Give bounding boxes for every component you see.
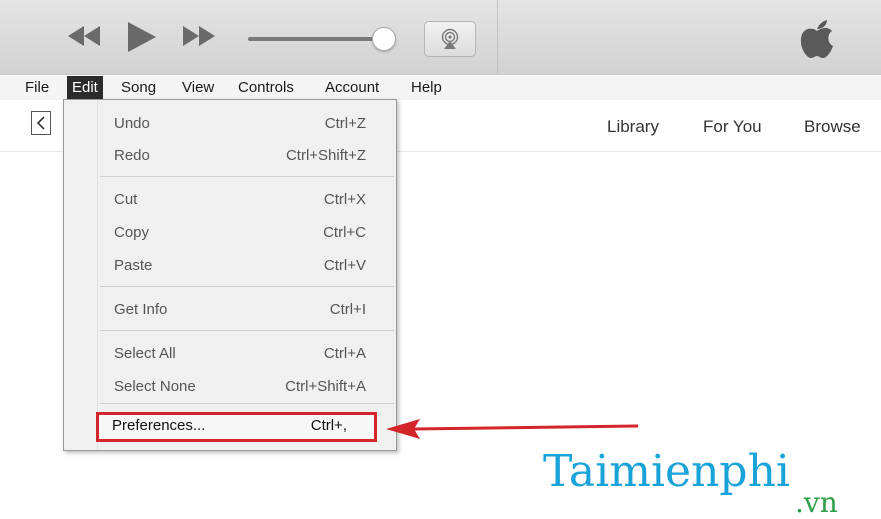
menu-item-paste[interactable]: Paste Ctrl+V [98,252,396,278]
volume-slider-track[interactable] [248,37,380,41]
apple-logo-icon [800,20,833,58]
menu-item-shortcut: Ctrl+V [323,257,366,274]
menu-edit[interactable]: Edit [67,76,103,100]
menu-separator [100,403,394,404]
edit-menu-dropdown: Undo Ctrl+Z Redo Ctrl+Shift+Z Cut Ctrl+X… [63,99,397,451]
menu-item-label: Select None [114,378,196,395]
airplay-button[interactable] [424,21,476,57]
menu-item-shortcut: Ctrl+, [310,417,347,434]
menu-item-shortcut: Ctrl+Z [324,115,366,132]
nav-for-you[interactable]: For You [703,117,762,137]
menu-account[interactable]: Account [320,76,384,100]
menu-item-label: Undo [114,115,150,132]
taimienphi-watermark-logo: Taimienphi .vn [543,446,838,516]
menu-item-label: Get Info [114,301,168,318]
menu-item-get-info[interactable]: Get Info Ctrl+I [98,296,396,322]
menu-item-label: Cut [114,191,138,208]
menu-item-cut[interactable]: Cut Ctrl+X [98,186,396,212]
menu-item-copy[interactable]: Copy Ctrl+C [98,219,396,245]
menu-separator [100,286,394,287]
back-chevron-icon [36,116,45,130]
rewind-icon[interactable] [66,24,102,48]
menu-item-label: Select All [114,345,176,362]
menu-item-label: Paste [114,257,153,274]
menu-help[interactable]: Help [406,76,447,100]
menu-item-preferences[interactable]: Preferences... Ctrl+, [96,412,377,442]
menu-item-label: Copy [114,224,150,241]
menu-item-label: Preferences... [112,417,206,434]
menu-item-select-none[interactable]: Select None Ctrl+Shift+A [98,373,396,399]
player-bar [0,0,881,75]
menu-file[interactable]: File [20,76,54,100]
menu-item-shortcut: Ctrl+Shift+A [285,378,366,395]
back-button[interactable] [31,111,51,135]
nav-library[interactable]: Library [607,117,659,137]
toolbar-divider [497,0,498,75]
menu-item-select-all[interactable]: Select All Ctrl+A [98,340,396,366]
menu-item-redo[interactable]: Redo Ctrl+Shift+Z [98,142,396,168]
menu-item-shortcut: Ctrl+C [323,224,366,241]
menu-item-shortcut: Ctrl+I [329,301,366,318]
menu-view[interactable]: View [177,76,219,100]
volume-slider-knob[interactable] [372,27,396,51]
menu-item-shortcut: Ctrl+X [323,191,366,208]
menu-separator [100,330,394,331]
menu-bar: File Edit Song View Controls Account Hel… [0,76,881,100]
menu-separator [100,176,394,177]
menu-item-label: Redo [114,147,150,164]
menu-song[interactable]: Song [116,76,161,100]
fast-forward-icon[interactable] [181,24,217,48]
watermark-tld: .vn [795,486,838,516]
menu-item-undo[interactable]: Undo Ctrl+Z [98,110,396,136]
menu-controls[interactable]: Controls [233,76,299,100]
airplay-icon [441,28,459,49]
menu-item-shortcut: Ctrl+A [323,345,366,362]
watermark-brand: Taimienphi [543,446,790,497]
play-icon[interactable] [126,20,158,54]
nav-browse[interactable]: Browse [804,117,861,137]
menu-item-shortcut: Ctrl+Shift+Z [285,147,366,164]
